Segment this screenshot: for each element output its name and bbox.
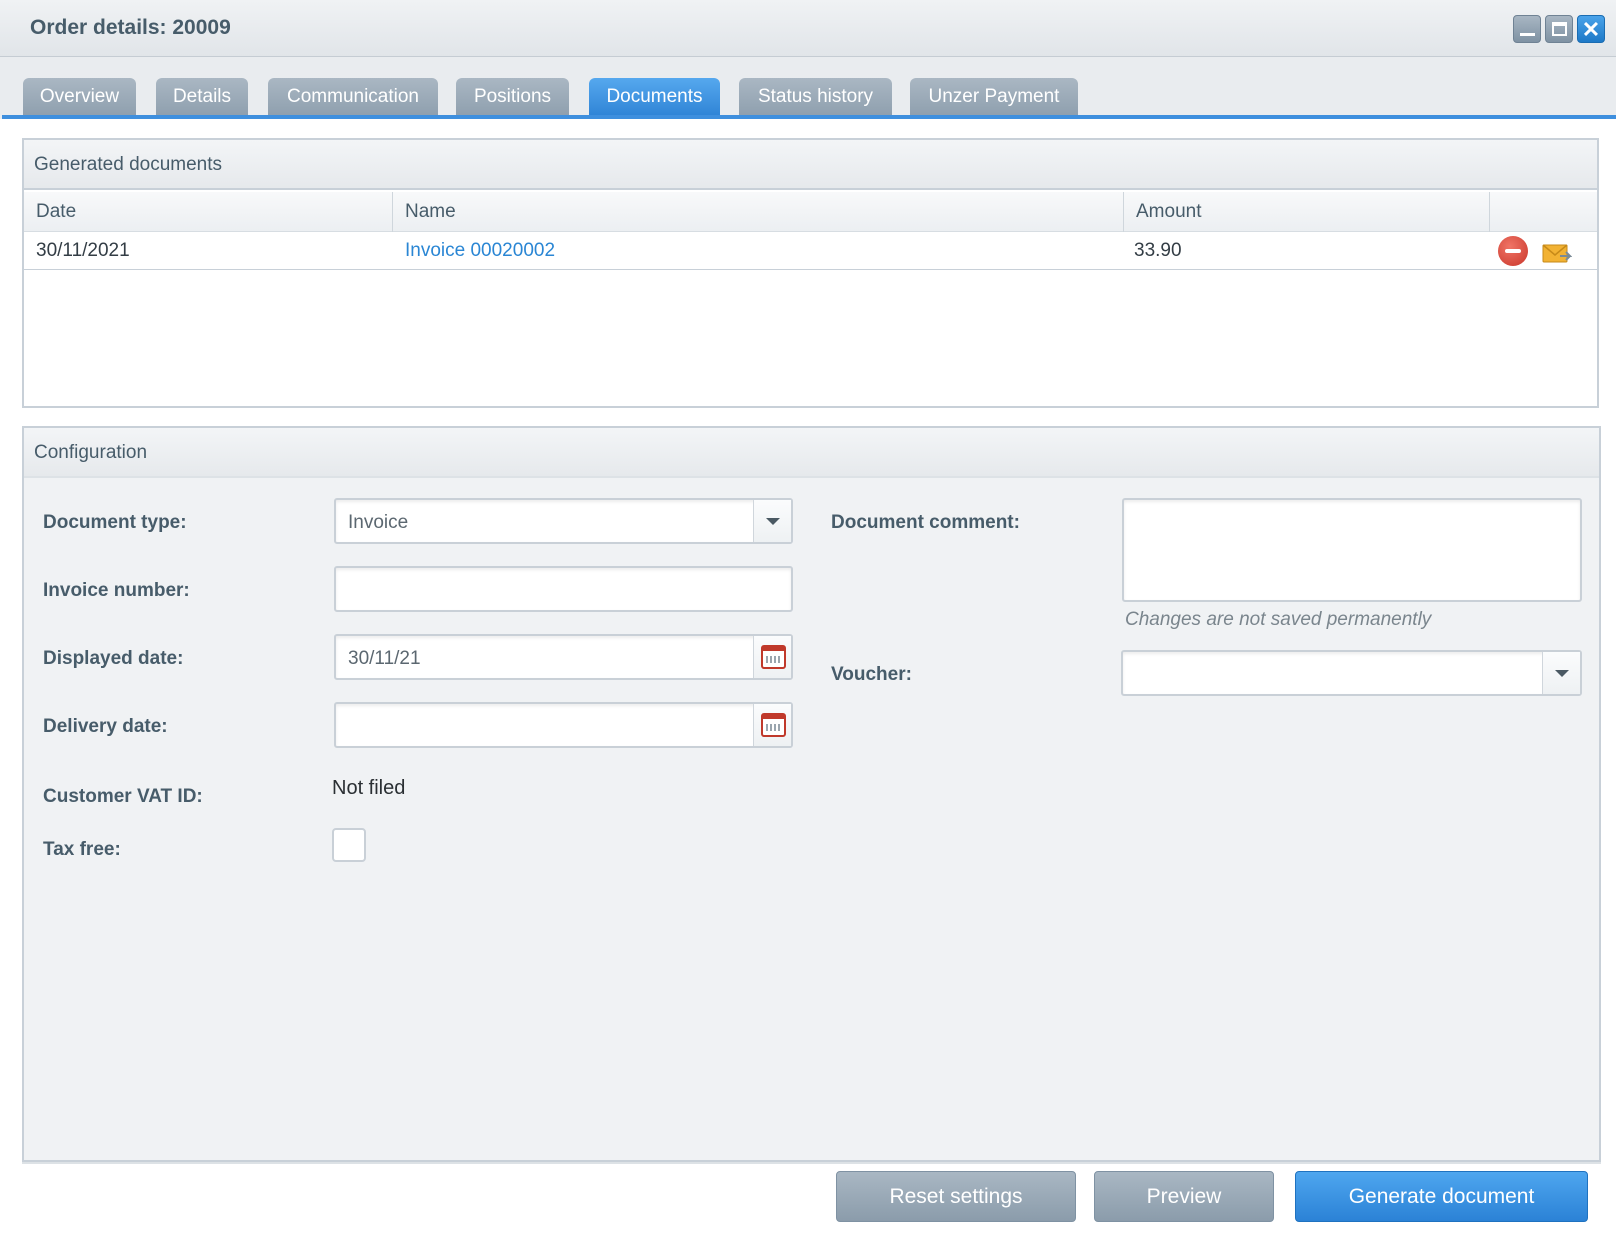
comment-hint: Changes are not saved permanently xyxy=(1125,609,1432,630)
tab-details[interactable]: Details xyxy=(156,78,248,116)
column-header-amount[interactable]: Amount xyxy=(1124,192,1490,232)
reset-settings-button[interactable]: Reset settings xyxy=(836,1171,1076,1222)
order-details-window: Order details: 20009 ✕ Overview Details … xyxy=(0,0,1616,1242)
tab-communication[interactable]: Communication xyxy=(268,78,438,116)
document-type-label: Document type: xyxy=(43,512,187,533)
preview-button[interactable]: Preview xyxy=(1094,1171,1274,1222)
row-date: 30/11/2021 xyxy=(36,240,130,261)
delete-icon[interactable] xyxy=(1498,236,1528,266)
table-row[interactable]: 30/11/2021 Invoice 00020002 33.90 xyxy=(24,232,1597,270)
minimize-button[interactable] xyxy=(1513,15,1541,43)
displayed-date-value: 30/11/21 xyxy=(348,648,421,669)
configuration-panel: Configuration Document type: Invoice Inv… xyxy=(22,426,1601,1162)
dropdown-trigger[interactable] xyxy=(1542,652,1580,694)
date-picker-trigger[interactable] xyxy=(753,704,791,746)
displayed-date-field[interactable]: 30/11/21 xyxy=(334,634,793,680)
generate-document-button[interactable]: Generate document xyxy=(1295,1171,1588,1222)
calendar-icon xyxy=(761,713,786,737)
window-title: Order details: 20009 xyxy=(30,16,231,39)
panel-title: Generated documents xyxy=(34,154,223,175)
panel-header: Generated documents xyxy=(24,140,1597,190)
panel-header: Configuration xyxy=(24,428,1599,478)
delivery-date-field[interactable] xyxy=(334,702,793,748)
delivery-date-label: Delivery date: xyxy=(43,716,168,737)
maximize-icon xyxy=(1546,16,1572,42)
chevron-down-icon xyxy=(1555,670,1569,677)
tab-underline xyxy=(2,115,1616,119)
tab-unzer-payment[interactable]: Unzer Payment xyxy=(910,78,1078,116)
tab-documents[interactable]: Documents xyxy=(589,78,720,116)
tab-status-history[interactable]: Status history xyxy=(739,78,892,116)
invoice-number-label: Invoice number: xyxy=(43,580,190,601)
invoice-number-field[interactable] xyxy=(334,566,793,612)
column-header-date[interactable]: Date xyxy=(24,192,393,232)
customer-vat-label: Customer VAT ID: xyxy=(43,786,203,807)
document-comment-label: Document comment: xyxy=(831,512,1020,533)
maximize-button[interactable] xyxy=(1545,15,1573,43)
tax-free-label: Tax free: xyxy=(43,839,121,860)
document-comment-textarea[interactable] xyxy=(1122,498,1582,602)
dropdown-trigger[interactable] xyxy=(753,500,791,542)
voucher-select[interactable] xyxy=(1121,650,1582,696)
column-header-name[interactable]: Name xyxy=(393,192,1124,232)
minimize-icon xyxy=(1514,16,1540,42)
calendar-icon xyxy=(761,645,786,669)
send-mail-icon[interactable] xyxy=(1542,242,1572,264)
date-picker-trigger[interactable] xyxy=(753,636,791,678)
voucher-label: Voucher: xyxy=(831,664,912,685)
tab-overview[interactable]: Overview xyxy=(23,78,136,116)
row-name-link[interactable]: Invoice 00020002 xyxy=(405,232,555,270)
tax-free-checkbox[interactable] xyxy=(332,828,366,862)
row-amount: 33.90 xyxy=(1134,240,1182,261)
document-type-value: Invoice xyxy=(348,512,409,533)
document-type-select[interactable]: Invoice xyxy=(334,498,793,544)
close-icon: ✕ xyxy=(1581,17,1601,42)
grid-header: Date Name Amount xyxy=(24,192,1597,232)
panel-title: Configuration xyxy=(34,442,148,463)
column-header-actions xyxy=(1490,192,1597,232)
close-button[interactable]: ✕ xyxy=(1577,15,1605,43)
displayed-date-label: Displayed date: xyxy=(43,648,184,669)
chevron-down-icon xyxy=(766,518,780,525)
generated-documents-panel: Generated documents Date Name Amount 30/… xyxy=(22,138,1599,408)
tab-positions[interactable]: Positions xyxy=(456,78,569,116)
customer-vat-value: Not filed xyxy=(332,777,406,799)
title-bar[interactable]: Order details: 20009 ✕ xyxy=(0,0,1616,57)
